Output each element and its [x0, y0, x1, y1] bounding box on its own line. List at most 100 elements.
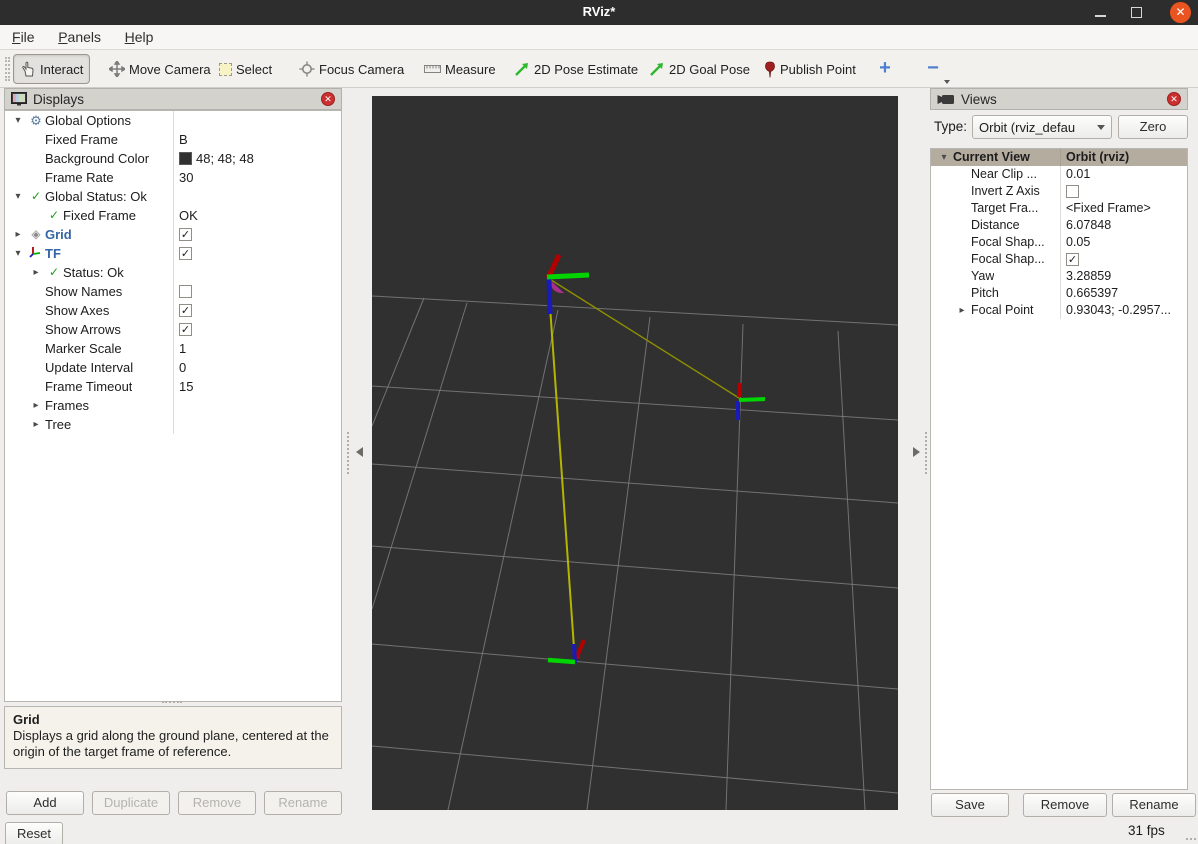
show-axes-checkbox[interactable]: ✓: [179, 304, 192, 317]
save-view-button[interactable]: Save: [931, 793, 1009, 817]
menu-help[interactable]: Help: [115, 25, 164, 45]
minimize-button[interactable]: [1095, 15, 1106, 17]
property-value[interactable]: 0: [179, 358, 186, 377]
views-close-button[interactable]: ✕: [1167, 92, 1181, 106]
expander-icon[interactable]: ▸: [9, 225, 27, 244]
expander-icon[interactable]: ▸: [27, 263, 45, 282]
property-value[interactable]: 15: [179, 377, 193, 396]
tree-row-yaw[interactable]: Yaw 3.28859: [931, 268, 1187, 285]
tree-row-background-color[interactable]: Background Color 48; 48; 48: [5, 149, 341, 168]
remove-tool-button[interactable]: −: [920, 56, 946, 82]
zero-button[interactable]: Zero: [1118, 115, 1188, 139]
displays-close-button[interactable]: ✕: [321, 92, 335, 106]
tree-row-frame-rate[interactable]: Frame Rate 30: [5, 168, 341, 187]
displays-panel-header[interactable]: Displays ✕: [4, 88, 342, 110]
expander-icon[interactable]: ▾: [9, 111, 27, 130]
tree-row-target-frame[interactable]: Target Fra... <Fixed Frame>: [931, 200, 1187, 217]
reset-button[interactable]: Reset: [5, 822, 63, 844]
property-label: Update Interval: [45, 360, 134, 375]
property-value[interactable]: 0.93043; -0.2957...: [1066, 302, 1171, 319]
tree-row-distance[interactable]: Distance 6.07848: [931, 217, 1187, 234]
tool-2d-pose-estimate[interactable]: 2D Pose Estimate: [508, 54, 644, 84]
property-value[interactable]: 3.28859: [1066, 268, 1111, 285]
tree-row-pitch[interactable]: Pitch 0.665397: [931, 285, 1187, 302]
expander-icon[interactable]: ▾: [935, 149, 953, 166]
window-close-button[interactable]: ✕: [1170, 2, 1191, 23]
show-arrows-checkbox[interactable]: ✓: [179, 323, 192, 336]
expander-icon[interactable]: ▾: [9, 244, 27, 263]
help-splitter-handle[interactable]: [162, 701, 182, 703]
tree-row-focal-point[interactable]: ▸ Focal Point 0.93043; -0.2957...: [931, 302, 1187, 319]
add-tool-button[interactable]: +: [872, 56, 898, 82]
views-panel-header[interactable]: Views ✕: [930, 88, 1188, 110]
tool-move-camera[interactable]: Move Camera: [103, 54, 217, 84]
toolbar-drag-handle[interactable]: [5, 57, 10, 81]
tree-row-current-view[interactable]: ▾ Current View Orbit (rviz): [931, 149, 1187, 166]
view-type: Orbit (rviz): [1066, 150, 1130, 164]
property-value[interactable]: 0.665397: [1066, 285, 1118, 302]
tree-row-tree[interactable]: ▸ Tree: [5, 415, 341, 434]
tree-row-fixed-frame-status[interactable]: ✓ Fixed Frame OK: [5, 206, 341, 225]
maximize-button[interactable]: [1131, 7, 1142, 18]
gear-icon: ⚙: [30, 113, 42, 128]
enabled-checkbox[interactable]: ✓: [179, 247, 192, 260]
collapse-right-panel-arrow[interactable]: [913, 447, 920, 457]
property-value[interactable]: <Fixed Frame>: [1066, 200, 1151, 217]
tool-select[interactable]: Select: [213, 54, 278, 84]
menu-panels[interactable]: Panels: [48, 25, 111, 45]
property-label: Frames: [45, 398, 90, 413]
right-splitter-handle[interactable]: [925, 432, 927, 474]
resize-grip[interactable]: [1186, 838, 1196, 840]
tool-interact[interactable]: Interact: [13, 54, 91, 84]
tree-row-show-names[interactable]: Show Names: [5, 282, 341, 301]
add-display-button[interactable]: Add: [6, 791, 84, 815]
property-value[interactable]: 48; 48; 48: [196, 149, 254, 168]
tree-row-marker-scale[interactable]: Marker Scale 1: [5, 339, 341, 358]
tree-row-global-status[interactable]: ▾ ✓ Global Status: Ok: [5, 187, 341, 206]
tool-label: Move Camera: [129, 61, 211, 77]
property-value[interactable]: 1: [179, 339, 186, 358]
tool-publish-point[interactable]: Publish Point: [758, 54, 862, 84]
tree-row-grid[interactable]: ▸ ◈ Grid ✓: [5, 225, 341, 244]
tool-2d-goal-pose[interactable]: 2D Goal Pose: [643, 54, 756, 84]
invert-z-checkbox[interactable]: [1066, 185, 1079, 198]
property-label: Focal Point: [971, 303, 1034, 317]
tree-row-frames[interactable]: ▸ Frames: [5, 396, 341, 415]
expander-icon[interactable]: ▸: [27, 415, 45, 434]
expander-icon[interactable]: ▸: [27, 396, 45, 415]
3d-viewport[interactable]: [372, 96, 898, 810]
collapse-left-panel-arrow[interactable]: [356, 447, 363, 457]
view-type-combobox[interactable]: Orbit (rviz_defau: [972, 115, 1112, 139]
expander-icon[interactable]: ▾: [9, 187, 27, 206]
menu-file[interactable]: File: [2, 25, 45, 45]
tree-row-global-options[interactable]: ▾ ⚙ Global Options: [5, 111, 341, 130]
tree-row-focal-shape-size[interactable]: Focal Shap... 0.05: [931, 234, 1187, 251]
property-value[interactable]: 0.01: [1066, 166, 1090, 183]
property-label: Yaw: [971, 269, 995, 283]
tool-options-caret-icon[interactable]: [944, 80, 950, 84]
focal-shape-checkbox[interactable]: ✓: [1066, 253, 1079, 266]
property-label: Frame Rate: [45, 170, 114, 185]
tree-row-near-clip[interactable]: Near Clip ... 0.01: [931, 166, 1187, 183]
tree-row-frame-timeout[interactable]: Frame Timeout 15: [5, 377, 341, 396]
property-value[interactable]: B: [179, 130, 188, 149]
tree-row-update-interval[interactable]: Update Interval 0: [5, 358, 341, 377]
show-names-checkbox[interactable]: [179, 285, 192, 298]
property-value[interactable]: 6.07848: [1066, 217, 1111, 234]
tree-row-tf[interactable]: ▾ TF ✓: [5, 244, 341, 263]
enabled-checkbox[interactable]: ✓: [179, 228, 192, 241]
left-splitter-handle[interactable]: [347, 432, 349, 474]
tree-row-show-axes[interactable]: Show Axes ✓: [5, 301, 341, 320]
tool-measure[interactable]: Measure: [418, 54, 502, 84]
rename-view-button[interactable]: Rename: [1112, 793, 1196, 817]
expander-icon[interactable]: ▸: [953, 302, 971, 319]
remove-view-button[interactable]: Remove: [1023, 793, 1107, 817]
tool-focus-camera[interactable]: Focus Camera: [293, 54, 410, 84]
tree-row-fixed-frame[interactable]: Fixed Frame B: [5, 130, 341, 149]
tree-row-show-arrows[interactable]: Show Arrows ✓: [5, 320, 341, 339]
tree-row-invert-z[interactable]: Invert Z Axis: [931, 183, 1187, 200]
property-value[interactable]: 30: [179, 168, 193, 187]
property-value[interactable]: 0.05: [1066, 234, 1090, 251]
tree-row-tf-status[interactable]: ▸ ✓ Status: Ok: [5, 263, 341, 282]
tree-row-focal-shape-fixed[interactable]: Focal Shap... ✓: [931, 251, 1187, 268]
